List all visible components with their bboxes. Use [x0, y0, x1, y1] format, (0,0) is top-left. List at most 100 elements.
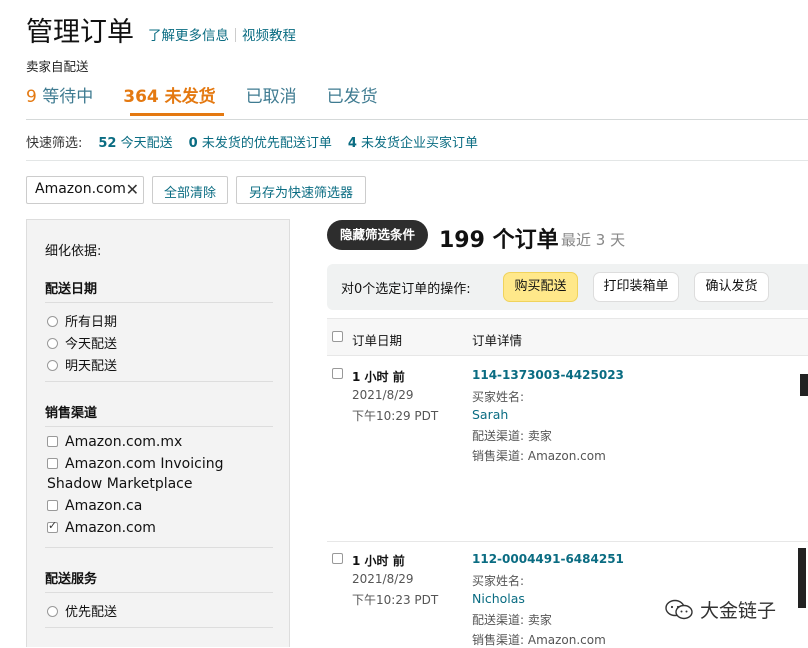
order-date: 2021/8/29: [352, 388, 414, 402]
option-label: Amazon.com: [65, 520, 156, 536]
checkbox-amazon-ca[interactable]: Amazon.ca: [47, 498, 142, 514]
tab-pending-count: 9: [26, 87, 37, 107]
option-label: 所有日期: [65, 315, 118, 330]
buyer-name-link[interactable]: Nicholas: [472, 591, 525, 606]
orders-table-header: 订单日期 订单详情: [327, 318, 808, 356]
tab-cancelled[interactable]: 已取消: [246, 82, 297, 107]
order-count: 199 个订单: [439, 228, 559, 253]
col-order-date: 订单日期: [352, 333, 403, 348]
tab-unshipped-count: 364: [123, 87, 159, 107]
order-id-link[interactable]: 112-0004491-6484251: [472, 552, 624, 566]
checkbox-checked-icon[interactable]: [47, 519, 58, 533]
order-date: 2021/8/29: [352, 572, 414, 586]
product-thumbnail[interactable]: [800, 374, 808, 396]
tab-pending[interactable]: 9 等待中: [26, 82, 93, 107]
qf-count: 52: [98, 136, 117, 151]
radio-icon[interactable]: [47, 360, 58, 371]
filter-chip-label: Amazon.com: [35, 181, 126, 197]
bulk-action-bar: 对0个选定订单的操作: 购买配送 打印装箱单 确认发货: [327, 264, 808, 310]
product-thumbnail[interactable]: [798, 548, 806, 608]
option-label: Amazon.com.mx: [65, 434, 183, 450]
checkbox-amazon-com[interactable]: Amazon.com: [47, 519, 156, 536]
quick-filter-ship-today[interactable]: 52 今天配送: [98, 136, 172, 151]
qf-label: 未发货的优先配送订单: [201, 136, 332, 151]
table-row: 1 小时 前 2021/8/29 下午10:29 PDT 114-1373003…: [327, 356, 808, 542]
order-time: 下午10:23 PDT: [352, 593, 439, 607]
radio-icon[interactable]: [47, 606, 58, 617]
checkbox-amazon-com-mx[interactable]: Amazon.com.mx: [47, 434, 182, 450]
order-id-link[interactable]: 114-1373003-4425023: [472, 368, 624, 382]
radio-ship-tomorrow[interactable]: 明天配送: [47, 355, 117, 374]
ship-channel: 配送渠道: 卖家: [472, 429, 552, 443]
radio-all-dates[interactable]: 所有日期: [47, 311, 117, 330]
option-label-continued: Shadow Marketplace: [47, 476, 193, 492]
option-label: 今天配送: [65, 337, 118, 352]
row-checkbox[interactable]: [332, 368, 343, 379]
ship-channel: 配送渠道: 卖家: [472, 613, 552, 627]
option-label: 明天配送: [65, 359, 118, 374]
qf-label: 今天配送: [120, 136, 173, 151]
divider: [45, 627, 273, 628]
tab-unshipped[interactable]: 364 未发货: [123, 82, 215, 107]
order-time-ago: 1 小时 前: [352, 554, 405, 568]
hide-filters-button[interactable]: 隐藏筛选条件: [327, 220, 428, 250]
status-tabs: 9 等待中 364 未发货 已取消 已发货: [26, 82, 408, 107]
radio-priority-shipping[interactable]: 优先配送: [47, 601, 117, 620]
wechat-icon: [665, 599, 693, 620]
option-label: Amazon.com Invoicing: [65, 456, 224, 472]
option-label: Amazon.ca: [65, 498, 143, 514]
watermark: 大金链子: [664, 596, 776, 623]
radio-icon[interactable]: [47, 316, 58, 327]
clear-all-button[interactable]: 全部清除: [152, 176, 228, 204]
radio-ship-today[interactable]: 今天配送: [47, 333, 117, 352]
bulk-action-label: 对0个选定订单的操作:: [341, 282, 471, 297]
option-label: 优先配送: [65, 605, 118, 620]
tab-pending-label: 等待中: [42, 87, 94, 107]
close-icon[interactable]: ✕: [126, 180, 139, 199]
video-tutorial-link[interactable]: 视频教程: [242, 28, 296, 44]
divider: [26, 160, 808, 161]
col-order-details: 订单详情: [472, 333, 523, 348]
divider: [45, 302, 273, 303]
section-ship-date-title: 配送日期: [45, 282, 98, 297]
learn-more-link[interactable]: 了解更多信息: [148, 28, 229, 44]
qf-label: 未发货企业买家订单: [361, 136, 479, 151]
order-time-ago: 1 小时 前: [352, 370, 405, 384]
divider: [45, 381, 273, 382]
divider: [45, 592, 273, 593]
print-packing-slip-button[interactable]: 打印装箱单: [593, 272, 679, 302]
buyer-name-label: 买家姓名:: [472, 574, 525, 588]
divider: [45, 426, 273, 427]
quick-filter-business[interactable]: 4 未发货企业买家订单: [348, 136, 478, 151]
page-title: 管理订单: [26, 17, 134, 48]
save-quick-filter-button[interactable]: 另存为快速筛选器: [236, 176, 366, 204]
section-sales-channel-title: 销售渠道: [45, 406, 98, 421]
refine-sidebar: 细化依据: 配送日期 所有日期 今天配送 明天配送 销售渠道 Amazon.co…: [26, 219, 290, 647]
order-range: 最近 3 天: [561, 231, 626, 249]
table-row: 1 小时 前 2021/8/29 下午10:23 PDT 112-0004491…: [327, 542, 808, 647]
buyer-name-link[interactable]: Sarah: [472, 407, 508, 422]
buy-shipping-button[interactable]: 购买配送: [503, 272, 578, 302]
qf-count: 0: [188, 136, 198, 151]
radio-icon[interactable]: [47, 338, 58, 349]
sales-channel: 销售渠道: Amazon.com: [472, 633, 606, 647]
quick-filter-label: 快速筛选:: [26, 136, 83, 151]
active-tab-underline: [130, 113, 224, 116]
checkbox-icon[interactable]: [47, 436, 58, 447]
select-all-checkbox[interactable]: [332, 331, 343, 342]
quick-filter-bar: 快速筛选: 52 今天配送 0 未发货的优先配送订单 4 未发货企业买家订单: [26, 132, 478, 151]
qf-count: 4: [347, 136, 357, 151]
quick-filter-priority[interactable]: 0 未发货的优先配送订单: [189, 136, 332, 151]
section-ship-service-title: 配送服务: [45, 572, 98, 587]
header-links: 了解更多信息 视频教程: [148, 24, 296, 44]
checkbox-icon[interactable]: [47, 458, 58, 469]
checkbox-amazon-invoicing[interactable]: Amazon.com Invoicing: [47, 456, 223, 472]
tab-shipped[interactable]: 已发货: [327, 82, 378, 107]
refine-heading: 细化依据:: [45, 244, 102, 259]
divider: [26, 119, 808, 120]
buyer-name-label: 买家姓名:: [472, 390, 525, 404]
row-checkbox[interactable]: [332, 553, 343, 564]
confirm-shipment-button[interactable]: 确认发货: [694, 272, 769, 302]
checkbox-icon[interactable]: [47, 500, 58, 511]
page-subtitle: 卖家自配送: [26, 59, 89, 74]
